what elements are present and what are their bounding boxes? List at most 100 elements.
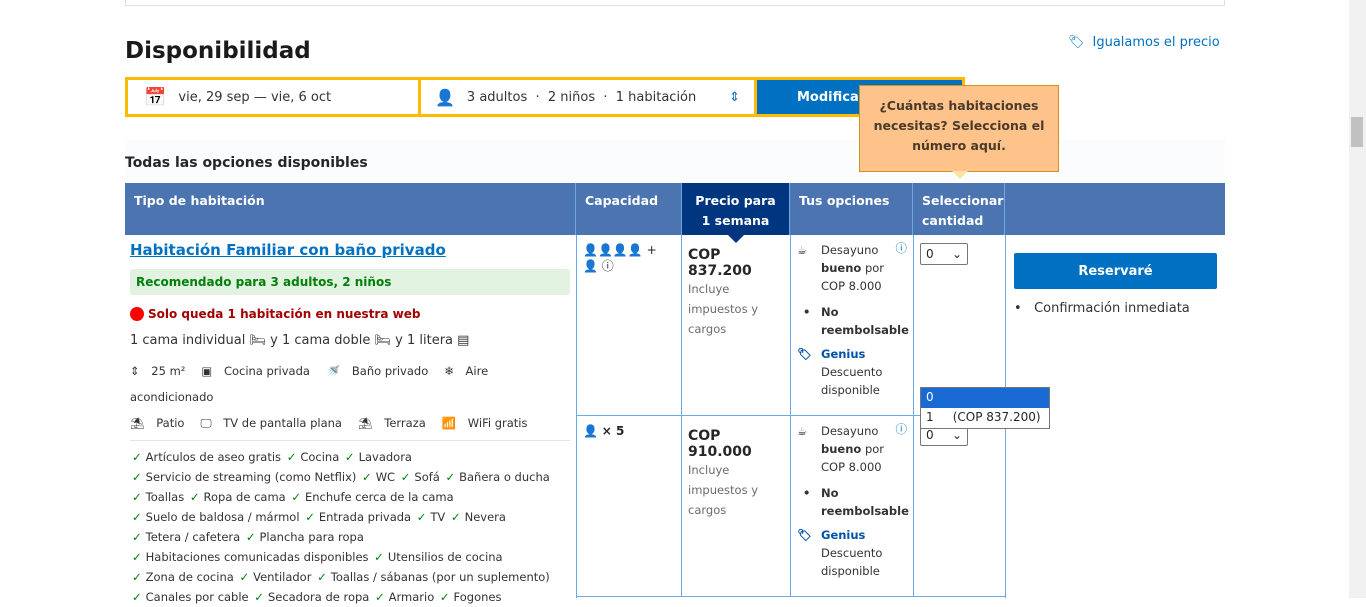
check-icon: ✓ — [132, 530, 142, 544]
dropdown-option[interactable]: 1 (COP 837.200) — [921, 408, 1049, 428]
quantity-dropdown-list[interactable]: 0 1 (COP 837.200) — [920, 387, 1050, 429]
genius-label: 🏷 Genius — [797, 347, 866, 361]
scrollbar-thumb[interactable] — [1351, 117, 1363, 147]
check-icon: ✓ — [375, 590, 385, 604]
check-icon: ✓ — [317, 570, 327, 584]
quantity-select[interactable]: 0 ⌄ — [920, 243, 968, 265]
facility-item: ⛱ Patio — [130, 416, 185, 430]
check-icon: ✓ — [416, 510, 427, 524]
amenity-row: ✓ Habitaciones comunicadas disponibles ✓ U… — [132, 550, 503, 564]
check-icon: ✓ — [305, 510, 315, 524]
check-icon: ✓ — [344, 450, 355, 464]
divider — [130, 440, 570, 441]
facility-icon: 🚿 — [325, 364, 341, 378]
facility-icon: ⛱ — [130, 416, 145, 430]
check-icon: ✓ — [362, 470, 372, 484]
check-icon: ✓ — [445, 470, 456, 484]
scrollbar[interactable] — [1349, 0, 1366, 598]
facility-item: 📶 WiFi gratis — [441, 416, 528, 430]
amenity-row: ✓ Suelo de baldosa / mármol ✓ Entrada priv… — [132, 510, 506, 524]
facility-item: ⇕ 25 m² — [130, 364, 186, 378]
calendar-icon: 📅 — [144, 86, 167, 108]
price-cell: COP 910.000 Incluye impuestos y cargos — [682, 416, 791, 597]
col-capacity: Capacidad — [576, 183, 682, 235]
genius-label: 🏷 Genius — [797, 528, 866, 542]
amenity-row: ✓ Artículos de aseo gratis ✓ Cocina ✓ Lavad… — [132, 450, 412, 464]
price-match-link[interactable]: 🏷 Igualamos el precio — [1068, 35, 1220, 50]
chevron-down-icon: ⌄ — [951, 428, 962, 442]
check-icon: ✓ — [132, 590, 142, 604]
scarcity-message: Solo queda 1 habitación en nuestra web — [130, 307, 571, 321]
taxes-note: Incluye impuestos y cargos — [688, 463, 759, 517]
search-bar: 📅 vie, 29 sep — vie, 6 oct 👤 3 adultos · 2… — [125, 77, 965, 117]
date-field[interactable]: 📅 vie, 29 sep — vie, 6 oct — [128, 80, 418, 114]
coffee-cup-icon: ☕ — [797, 424, 808, 438]
bunk-bed-icon: ▤ — [457, 333, 470, 348]
facility-icon: ❄ — [444, 364, 454, 378]
facility-icon: 📶 — [441, 416, 457, 430]
check-icon: ✓ — [291, 490, 301, 504]
tag-icon: 🏷 — [797, 347, 812, 361]
price: COP 837.200 — [688, 247, 752, 279]
refund-policy: • No reembolsable — [803, 486, 909, 518]
breakfast-option: Desayuno bueno por COP 8.000 — [821, 243, 885, 293]
check-icon: ✓ — [239, 570, 250, 584]
guests-field[interactable]: 👤 3 adultos · 2 niños · 1 habitación ⇕ — [421, 80, 754, 114]
options-cell: ☕ ⓘ Desayuno bueno por COP 8.000 • No reem… — [791, 235, 914, 416]
facility-item: ⛱ Terraza — [357, 416, 426, 430]
facility-icon: ⛱ — [357, 416, 373, 430]
quantity-cell: 0 ⌄ — [914, 416, 1006, 597]
genius-description: Descuento disponible — [821, 546, 883, 578]
coffee-cup-icon: ☕ — [797, 243, 808, 257]
section-title: Todas las opciones disponibles — [125, 140, 1225, 183]
check-icon: ✓ — [254, 590, 264, 604]
confirmation-item: • Confirmación inmediata — [1014, 301, 1190, 316]
facility-icon: ⇕ — [130, 364, 140, 378]
amenity-row: ✓ Toallas ✓ Ropa de cama ✓ Enchufe cerca de… — [132, 490, 454, 504]
facility-item: 🖵 TV de pantalla plana — [200, 416, 342, 430]
red-dot-icon — [130, 307, 144, 321]
page-title: Disponibilidad — [125, 38, 311, 64]
check-icon: ✓ — [400, 470, 411, 484]
check-icon: ✓ — [374, 550, 384, 564]
dropdown-option[interactable]: 0 — [921, 388, 1049, 408]
chevron-updown-icon: ⇕ — [729, 89, 740, 105]
help-icon[interactable]: ⓘ — [896, 420, 908, 438]
options-cell: ☕ ⓘ Desayuno bueno por COP 8.000 • No reem… — [791, 416, 914, 597]
person-icons: 👤 — [583, 424, 598, 438]
price-cell: COP 837.200 Incluye impuestos y cargos — [682, 235, 791, 416]
check-icon: ✓ — [132, 570, 142, 584]
reserve-button[interactable]: Reservaré — [1014, 253, 1217, 289]
tooltip: ¿Cuántas habitaciones necesitas? Selecci… — [859, 85, 1059, 179]
amenities-list: ✓ Artículos de aseo gratis ✓ Cocina ✓ Lavad… — [130, 447, 571, 607]
amenity-row: ✓ Zona de cocina ✓ Ventilador ✓ Toallas / s… — [132, 570, 550, 584]
check-icon: ✓ — [286, 450, 297, 464]
col-options: Tus opciones — [790, 183, 913, 235]
check-icon: ✓ — [245, 530, 256, 544]
taxes-note: Incluye impuestos y cargos — [688, 282, 759, 336]
tag-icon: 🏷 — [797, 528, 812, 542]
check-icon: ✓ — [132, 490, 142, 504]
person-icons: 👤👤👤👤 + 👤 ⓘ — [583, 243, 657, 273]
capacity-cell: 👤👤👤👤 + 👤 ⓘ — [577, 235, 682, 416]
amenity-row: ✓ Canales por cable ✓ Secadora de ropa ✓ Ar… — [132, 590, 502, 604]
amenity-row: ✓ Servicio de streaming (como Netflix) ✓ W… — [132, 470, 550, 484]
room-name-link[interactable]: Habitación Familiar con baño privado — [130, 241, 571, 259]
check-icon: ✓ — [189, 490, 200, 504]
bed-info: 1 cama individual 🛏 y 1 cama doble 🛏 y 1… — [130, 333, 470, 348]
col-quantity: Seleccionar cantidad — [913, 183, 1005, 235]
breakfast-option: Desayuno bueno por COP 8.000 — [821, 424, 885, 474]
recommended-badge: Recomendado para 3 adultos, 2 niños — [130, 269, 570, 295]
help-icon[interactable]: ⓘ — [896, 239, 908, 257]
facilities: ⇕ 25 m² ▣ Cocina privada 🚿 Baño privado ❄ A… — [130, 358, 571, 436]
chevron-down-icon: ⌄ — [951, 247, 962, 261]
facility-item: ▣ Cocina privada — [201, 364, 310, 378]
facility-icon: 🖵 — [200, 416, 212, 430]
price: COP 910.000 — [688, 428, 752, 460]
capacity-cell: 👤 × 5 — [577, 416, 682, 597]
check-icon: ✓ — [132, 550, 142, 564]
facility-item: 🚿 Baño privado — [325, 364, 429, 378]
facility-icon: ▣ — [201, 364, 213, 378]
col-room-type: Tipo de habitación — [125, 183, 576, 235]
col-price: Precio para 1 semana — [682, 183, 790, 243]
